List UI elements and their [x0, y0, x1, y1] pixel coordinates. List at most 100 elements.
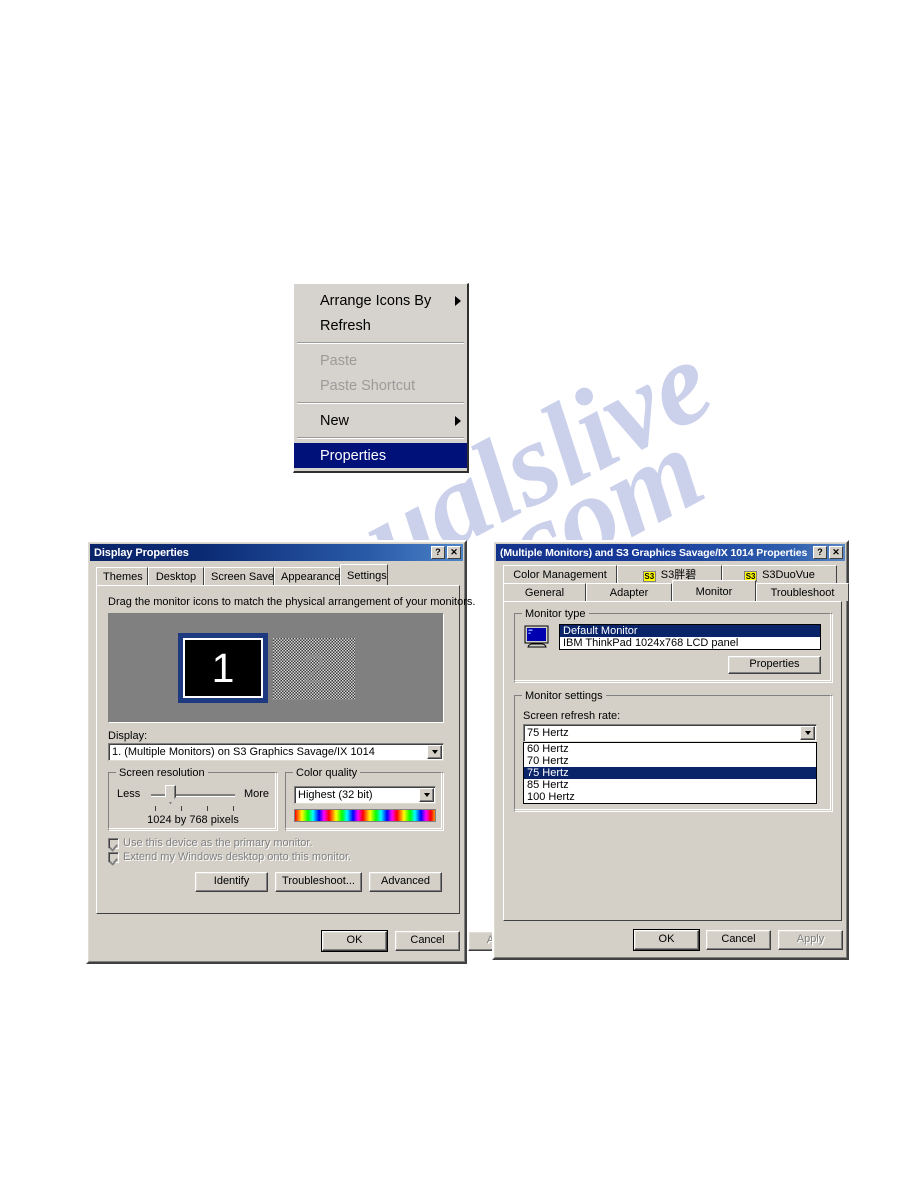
resolution-value-label: 1024 by 768 pixels [147, 814, 239, 826]
checkbox-label: Extend my Windows desktop onto this moni… [123, 851, 352, 863]
menu-item-label: Refresh [320, 317, 371, 334]
monitor-tab-page: Monitor type Default Monitor IBM ThinkPa… [503, 601, 842, 921]
tab-screen-saver[interactable]: Screen Saver [204, 567, 278, 585]
monitor-properties-tabstrip-row2[interactable]: General Adapter Monitor Troubleshoot [503, 580, 849, 601]
tab-themes[interactable]: Themes [96, 567, 148, 585]
tab-label: Screen Saver [211, 571, 278, 583]
monitor-icon-2[interactable]: 2 [273, 638, 355, 700]
resolution-slider-track[interactable] [151, 794, 235, 796]
tab-desktop[interactable]: Desktop [148, 567, 204, 585]
menu-item-label: New [320, 412, 350, 429]
chevron-right-icon [455, 295, 461, 306]
advanced-button[interactable]: Advanced [369, 872, 442, 892]
chevron-right-icon [455, 415, 461, 426]
chevron-down-icon[interactable] [427, 745, 442, 759]
cancel-button[interactable]: Cancel [706, 930, 771, 950]
color-spectrum-bar [294, 809, 436, 822]
identify-button[interactable]: Identify [195, 872, 268, 892]
monitor-type-group-title: Monitor type [522, 608, 589, 620]
display-adapter-combo[interactable]: 1. (Multiple Monitors) on S3 Graphics Sa… [108, 743, 444, 761]
monitor-icon-1[interactable]: 1 [178, 633, 268, 703]
close-button[interactable]: ✕ [447, 546, 461, 559]
slider-tick [155, 806, 156, 811]
slider-tick [207, 806, 208, 811]
slider-tick [181, 806, 182, 811]
chevron-down-icon[interactable] [419, 788, 434, 802]
tab-settings[interactable]: Settings [340, 564, 388, 585]
list-item[interactable]: 70 Hertz [524, 755, 816, 767]
tab-label: Themes [103, 571, 143, 583]
troubleshoot-button[interactable]: Troubleshoot... [275, 872, 362, 892]
tab-troubleshoot[interactable]: Troubleshoot [756, 583, 849, 601]
settings-tab-page: Drag the monitor icons to match the phys… [96, 585, 475, 914]
close-button[interactable]: ✕ [829, 546, 843, 559]
monitor-arrangement-preview[interactable]: 1 2 [108, 613, 444, 723]
resolution-less-label: Less [117, 788, 141, 800]
extend-desktop-checkbox: Extend my Windows desktop onto this moni… [108, 851, 351, 863]
menu-item-label: Arrange Icons By [320, 292, 432, 309]
tab-general[interactable]: General [503, 583, 586, 601]
help-button[interactable]: ? [813, 546, 827, 559]
display-adapter-value: 1. (Multiple Monitors) on S3 Graphics Sa… [112, 746, 375, 758]
monitor-settings-group: Monitor settings Screen refresh rate: 75… [514, 690, 833, 812]
menu-item-label: Paste Shortcut [320, 377, 416, 394]
list-item[interactable]: IBM ThinkPad 1024x768 LCD panel [560, 637, 820, 649]
tab-label: Troubleshoot [770, 587, 835, 599]
menu-item-properties[interactable]: Properties [294, 443, 467, 468]
tab-color-management[interactable]: Color Management [503, 565, 617, 583]
tab-label: Appearance [281, 571, 341, 583]
list-item[interactable]: 100 Hertz [524, 791, 816, 803]
list-item[interactable]: 75 Hertz [524, 767, 816, 779]
cancel-button[interactable]: Cancel [395, 931, 460, 951]
checkbox-box [108, 837, 119, 849]
monitor-properties-titlebar[interactable]: (Multiple Monitors) and S3 Graphics Sava… [496, 544, 845, 561]
resolution-slider-thumb[interactable] [165, 785, 176, 804]
primary-monitor-checkbox: Use this device as the primary monitor. [108, 837, 313, 849]
menu-separator [297, 437, 464, 439]
window-title: Display Properties [94, 546, 189, 559]
color-quality-group-title: Color quality [293, 767, 361, 779]
s3-icon: S3 [642, 571, 656, 582]
list-item[interactable]: 85 Hertz [524, 779, 816, 791]
monitor-type-group: Monitor type Default Monitor IBM ThinkPa… [514, 608, 833, 683]
tab-label: Monitor [695, 586, 733, 598]
ok-button[interactable]: OK [633, 929, 700, 951]
monitor-arrangement-instruction: Drag the monitor icons to match the phys… [108, 596, 476, 608]
monitor-settings-group-title: Monitor settings [522, 690, 606, 702]
slider-tick [233, 806, 234, 811]
menu-separator [297, 402, 464, 404]
help-button[interactable]: ? [431, 546, 445, 559]
refresh-rate-label: Screen refresh rate: [523, 710, 621, 722]
tab-appearance[interactable]: Appearance [274, 567, 340, 585]
list-item[interactable]: 60 Hertz [524, 743, 816, 755]
resolution-more-label: More [243, 788, 269, 800]
menu-item-new[interactable]: New [294, 408, 467, 433]
display-properties-dialog: Display Properties ? ✕ Themes Desktop Sc… [86, 540, 533, 964]
tab-label: Settings [347, 570, 387, 582]
monitor-properties-dialog: (Multiple Monitors) and S3 Graphics Sava… [492, 540, 849, 960]
menu-item-label: Properties [320, 447, 387, 464]
ok-button[interactable]: OK [321, 930, 388, 952]
refresh-rate-combo[interactable]: 75 Hertz [523, 724, 817, 742]
monitor-properties-tabstrip-row1[interactable]: Color Management S3 S3胖碧 S3 S3DuoVue [503, 565, 837, 583]
display-properties-tabstrip[interactable]: Themes Desktop Screen Saver Appearance S… [96, 564, 388, 585]
tab-adapter[interactable]: Adapter [586, 583, 672, 601]
tab-label: General [524, 587, 565, 599]
menu-item-refresh[interactable]: Refresh [294, 313, 467, 338]
menu-item-arrange-icons-by[interactable]: Arrange Icons By [294, 288, 467, 313]
chevron-down-icon[interactable] [800, 726, 815, 740]
monitor-properties-button[interactable]: Properties [728, 656, 821, 674]
refresh-rate-dropdown-list[interactable]: 60 Hertz 70 Hertz 75 Hertz 85 Hertz 100 … [523, 742, 817, 804]
tab-label: Adapter [609, 587, 649, 599]
checkbox-label: Use this device as the primary monitor. [123, 837, 313, 849]
display-properties-titlebar[interactable]: Display Properties ? ✕ [90, 544, 463, 561]
list-item[interactable]: Default Monitor [560, 625, 820, 637]
menu-item-label: Paste [320, 352, 358, 369]
desktop-context-menu[interactable]: Arrange Icons By Refresh Paste Paste Sho… [293, 283, 469, 473]
monitor-number-label: 1 [211, 644, 235, 691]
monitor-type-listbox[interactable]: Default Monitor IBM ThinkPad 1024x768 LC… [559, 624, 821, 650]
monitor-icon [524, 625, 549, 648]
color-quality-combo[interactable]: Highest (32 bit) [294, 786, 436, 804]
tab-monitor[interactable]: Monitor [672, 580, 756, 601]
tab-label: Desktop [155, 571, 197, 583]
